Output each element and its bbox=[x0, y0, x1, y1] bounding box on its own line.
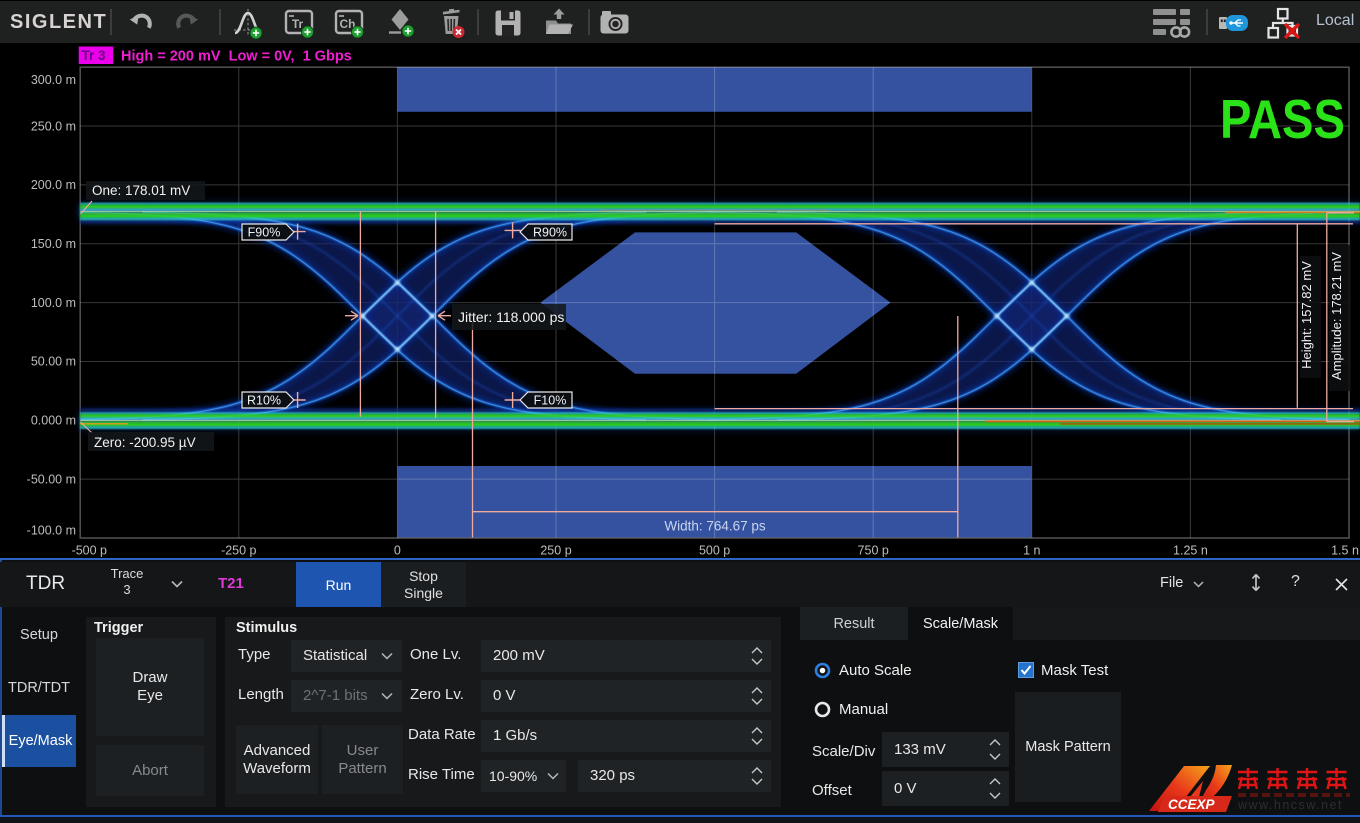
svg-text:200.0 m: 200.0 m bbox=[31, 178, 76, 192]
svg-text:R90%: R90% bbox=[533, 226, 567, 240]
svg-text:High = 200 mV Low = 0V, 1 Gb: High = 200 mV Low = 0V, 1 Gbps bbox=[121, 49, 352, 65]
svg-text:1.25 n: 1.25 n bbox=[1173, 544, 1208, 558]
svg-text:-500 p: -500 p bbox=[72, 544, 107, 558]
svg-text:50.00 m: 50.00 m bbox=[31, 355, 76, 369]
svg-text:1 n: 1 n bbox=[1023, 544, 1040, 558]
svg-text:Tr 3: Tr 3 bbox=[82, 48, 107, 63]
svg-text:F90%: F90% bbox=[248, 226, 281, 240]
svg-text:Jitter: 118.000 ps: Jitter: 118.000 ps bbox=[458, 309, 564, 325]
svg-text:100.0 m: 100.0 m bbox=[31, 296, 76, 310]
svg-text:PASS: PASS bbox=[1220, 88, 1345, 150]
svg-text:Tr: Tr bbox=[292, 17, 304, 31]
svg-text:250 p: 250 p bbox=[540, 544, 571, 558]
svg-text:300.0 m: 300.0 m bbox=[31, 73, 76, 87]
svg-text:Width: 764.67 ps: Width: 764.67 ps bbox=[664, 519, 766, 534]
svg-text:-50.00 m: -50.00 m bbox=[27, 472, 76, 486]
svg-text:250.0 m: 250.0 m bbox=[31, 119, 76, 133]
svg-text:Zero: -200.95 µV: Zero: -200.95 µV bbox=[94, 435, 196, 450]
svg-text:1.5 n: 1.5 n bbox=[1331, 544, 1359, 558]
svg-text:-100.0 m: -100.0 m bbox=[27, 523, 76, 537]
svg-text:-250 p: -250 p bbox=[221, 544, 256, 558]
svg-text:0.000 m: 0.000 m bbox=[31, 414, 76, 428]
svg-text:750 p: 750 p bbox=[858, 544, 889, 558]
svg-text:500 p: 500 p bbox=[699, 544, 730, 558]
svg-text:150.0 m: 150.0 m bbox=[31, 237, 76, 251]
svg-text:R10%: R10% bbox=[247, 394, 281, 408]
svg-text:F10%: F10% bbox=[534, 394, 567, 408]
svg-text:Height: 157.82 mV: Height: 157.82 mV bbox=[1299, 261, 1314, 369]
svg-text:0: 0 bbox=[394, 544, 401, 558]
svg-text:One: 178.01 mV: One: 178.01 mV bbox=[92, 183, 190, 198]
svg-text:Amplitude: 178.21 mV: Amplitude: 178.21 mV bbox=[1329, 252, 1344, 380]
